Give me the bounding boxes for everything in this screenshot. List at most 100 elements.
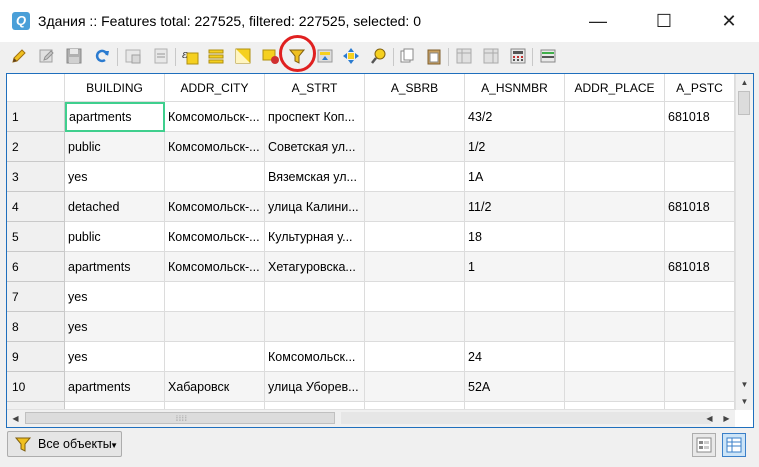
table-cell[interactable]: public [65, 222, 165, 252]
maximize-button[interactable]: ☐ [641, 0, 687, 42]
table-cell[interactable] [365, 372, 465, 402]
table-cell[interactable] [565, 312, 665, 342]
table-cell[interactable] [665, 342, 735, 372]
table-cell[interactable] [265, 282, 365, 312]
table-cell[interactable]: Вяземская ул... [265, 162, 365, 192]
table-cell[interactable]: 681018 [665, 192, 735, 222]
table-cell[interactable] [565, 132, 665, 162]
horizontal-scrollbar[interactable]: ◀ ⁞⁞⁞⁞ ◀ ▶ [7, 409, 735, 427]
table-row[interactable]: 10 apartments Хабаровск улица Уборев... 52А [7, 372, 735, 402]
table-cell[interactable]: Советская ул... [265, 132, 365, 162]
delete-field-icon[interactable] [482, 47, 500, 65]
table-cell[interactable] [565, 162, 665, 192]
table-cell[interactable] [565, 342, 665, 372]
minimize-button[interactable]: — [575, 0, 621, 42]
table-cell[interactable]: Комсомольск... [265, 342, 365, 372]
invert-selection-icon[interactable] [234, 47, 252, 65]
row-number[interactable]: 8 [7, 312, 65, 342]
vertical-scrollbar[interactable]: ▲ ▼ ▼ [735, 74, 753, 410]
copy-icon[interactable] [398, 47, 416, 65]
paste-icon[interactable] [425, 47, 443, 65]
row-number[interactable]: 10 [7, 372, 65, 402]
table-cell[interactable] [665, 222, 735, 252]
table-cell[interactable]: Комсомольск-... [165, 252, 265, 282]
column-header[interactable]: A_STRT [265, 74, 365, 102]
table-cell[interactable]: yes [65, 162, 165, 192]
table-cell[interactable]: улица Уборев... [265, 372, 365, 402]
table-cell[interactable]: Комсомольск-... [165, 102, 265, 132]
table-cell[interactable]: 43/2 [465, 102, 565, 132]
scroll-down-arrow[interactable]: ▼ [736, 376, 753, 393]
column-header[interactable]: A_HSNMBR [465, 74, 565, 102]
table-cell[interactable] [365, 162, 465, 192]
conditional-formatting-icon[interactable] [539, 47, 557, 65]
table-cell[interactable]: 1 [465, 252, 565, 282]
table-row[interactable]: 9 yes Комсомольск... 24 [7, 342, 735, 372]
table-cell[interactable]: улица Калини... [265, 192, 365, 222]
table-cell[interactable]: apartments [65, 102, 165, 132]
row-number[interactable]: 9 [7, 342, 65, 372]
table-row[interactable]: 3 yes Вяземская ул... 1А [7, 162, 735, 192]
table-cell[interactable]: apartments [65, 252, 165, 282]
horizontal-scroll-track[interactable] [341, 412, 711, 424]
close-button[interactable]: ✕ [706, 0, 752, 42]
table-cell[interactable] [665, 372, 735, 402]
table-cell[interactable] [665, 282, 735, 312]
column-header[interactable]: ADDR_PLACE [565, 74, 665, 102]
scroll-right-arrow[interactable]: ▶ [718, 410, 735, 427]
table-cell[interactable] [365, 342, 465, 372]
form-view-button[interactable] [692, 433, 716, 457]
column-header[interactable]: A_PSTC [665, 74, 735, 102]
table-cell[interactable]: Комсомольск-... [165, 222, 265, 252]
table-cell[interactable]: Комсомольск-... [165, 192, 265, 222]
table-cell[interactable] [365, 192, 465, 222]
table-cell[interactable]: yes [65, 342, 165, 372]
row-number[interactable]: 7 [7, 282, 65, 312]
move-selection-top-icon[interactable] [316, 47, 334, 65]
table-cell[interactable] [565, 222, 665, 252]
table-cell[interactable] [665, 132, 735, 162]
table-cell[interactable] [265, 312, 365, 342]
table-row[interactable]: 8 yes [7, 312, 735, 342]
column-header[interactable]: A_SBRB [365, 74, 465, 102]
table-row[interactable]: 7 yes [7, 282, 735, 312]
table-cell[interactable]: 1А [465, 162, 565, 192]
reload-icon[interactable] [93, 47, 111, 65]
table-cell[interactable]: Хабаровск [165, 372, 265, 402]
filter-icon[interactable] [288, 47, 306, 65]
table-cell[interactable] [365, 252, 465, 282]
new-field-icon[interactable] [455, 47, 473, 65]
table-cell[interactable] [465, 312, 565, 342]
row-number[interactable]: 6 [7, 252, 65, 282]
table-cell[interactable]: 681018 [665, 252, 735, 282]
table-cell[interactable] [365, 132, 465, 162]
pan-to-selection-icon[interactable] [342, 47, 360, 65]
scroll-up-arrow[interactable]: ▲ [736, 74, 753, 91]
table-cell[interactable] [565, 372, 665, 402]
feature-filter-dropdown[interactable]: Все объекты ▼ [7, 431, 122, 457]
table-cell[interactable]: 1/2 [465, 132, 565, 162]
table-cell[interactable] [365, 102, 465, 132]
table-cell[interactable]: 11/2 [465, 192, 565, 222]
table-cell[interactable] [365, 222, 465, 252]
table-cell[interactable]: Комсомольск-... [165, 132, 265, 162]
table-row[interactable]: 6 apartments Комсомольск-... Хетагуровска..… [7, 252, 735, 282]
field-calculator-icon[interactable] [509, 47, 527, 65]
cut-icon[interactable] [152, 47, 170, 65]
row-number[interactable]: 5 [7, 222, 65, 252]
save-icon[interactable] [65, 47, 83, 65]
multi-edit-icon[interactable] [38, 47, 56, 65]
table-cell[interactable] [165, 162, 265, 192]
table-cell[interactable]: apartments [65, 372, 165, 402]
row-number[interactable]: 1 [7, 102, 65, 132]
zoom-to-selection-icon[interactable] [370, 47, 388, 65]
row-number[interactable]: 4 [7, 192, 65, 222]
column-header[interactable]: ADDR_CITY [165, 74, 265, 102]
table-cell[interactable]: detached [65, 192, 165, 222]
row-number[interactable]: 2 [7, 132, 65, 162]
table-cell[interactable]: yes [65, 312, 165, 342]
deselect-icon[interactable] [262, 47, 280, 65]
table-view-button[interactable] [722, 433, 746, 457]
table-cell[interactable] [365, 282, 465, 312]
table-cell[interactable] [565, 192, 665, 222]
